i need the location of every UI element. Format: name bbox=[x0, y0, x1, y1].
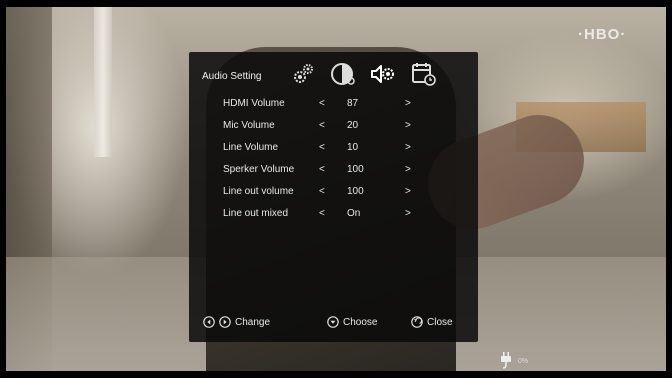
increase-arrow[interactable]: > bbox=[405, 120, 411, 131]
panel-title: Audio Setting bbox=[202, 71, 262, 82]
back-button-icon bbox=[411, 316, 423, 328]
increase-arrow[interactable]: > bbox=[405, 164, 411, 175]
increase-arrow[interactable]: > bbox=[405, 98, 411, 109]
power-plug-icon bbox=[501, 352, 511, 369]
tab-time-settings[interactable] bbox=[409, 60, 437, 88]
gears-icon bbox=[294, 64, 313, 83]
setting-row-line-out-mixed[interactable]: Line out mixed < On > bbox=[189, 204, 478, 224]
tab-display-settings[interactable] bbox=[329, 60, 357, 88]
decrease-arrow[interactable]: < bbox=[319, 98, 325, 109]
setting-row-speaker-volume[interactable]: Sperker Volume < 100 > bbox=[189, 160, 478, 180]
hint-close-label: Close bbox=[427, 316, 453, 328]
setting-label: Line Volume bbox=[223, 142, 279, 153]
setting-label: Mic Volume bbox=[223, 120, 275, 131]
setting-value: On bbox=[347, 208, 361, 219]
calendar-clock-icon bbox=[412, 63, 436, 86]
audio-settings-panel: Audio Setting HDMI Volume < 87 > Mic Vol… bbox=[189, 52, 478, 342]
power-status: 0% bbox=[500, 350, 528, 372]
left-button-icon bbox=[203, 316, 215, 328]
right-button-icon bbox=[219, 316, 231, 328]
speaker-settings-icon bbox=[371, 65, 394, 83]
setting-row-line-out-volume[interactable]: Line out volume < 100 > bbox=[189, 182, 478, 202]
increase-arrow[interactable]: > bbox=[405, 186, 411, 197]
power-percent: 0% bbox=[518, 357, 529, 365]
setting-label: Line out volume bbox=[223, 186, 294, 197]
setting-row-hdmi-volume[interactable]: HDMI Volume < 87 > bbox=[189, 94, 478, 114]
down-button-icon bbox=[327, 316, 339, 328]
setting-label: Line out mixed bbox=[223, 208, 289, 219]
decrease-arrow[interactable]: < bbox=[319, 142, 325, 153]
hint-close[interactable]: Close bbox=[411, 314, 453, 330]
background-radiator bbox=[94, 7, 112, 157]
increase-arrow[interactable]: > bbox=[405, 208, 411, 219]
setting-row-line-volume[interactable]: Line Volume < 10 > bbox=[189, 138, 478, 158]
setting-value: 10 bbox=[347, 142, 359, 153]
display-icon bbox=[331, 63, 355, 85]
decrease-arrow[interactable]: < bbox=[319, 186, 325, 197]
tab-audio-settings[interactable] bbox=[369, 60, 397, 88]
increase-arrow[interactable]: > bbox=[405, 142, 411, 153]
decrease-arrow[interactable]: < bbox=[319, 208, 325, 219]
decrease-arrow[interactable]: < bbox=[319, 120, 325, 131]
tab-system-settings[interactable] bbox=[289, 60, 317, 88]
setting-value: 87 bbox=[347, 98, 359, 109]
setting-value: 20 bbox=[347, 120, 359, 131]
setting-label: Sperker Volume bbox=[223, 164, 295, 175]
setting-value: 100 bbox=[347, 186, 364, 197]
hint-change-label: Change bbox=[235, 316, 271, 328]
hint-choose-label: Choose bbox=[343, 316, 378, 328]
hint-choose[interactable]: Choose bbox=[327, 314, 377, 330]
hint-change[interactable]: Change bbox=[203, 314, 270, 330]
setting-label: HDMI Volume bbox=[223, 98, 285, 109]
decrease-arrow[interactable]: < bbox=[319, 164, 325, 175]
setting-row-mic-volume[interactable]: Mic Volume < 20 > bbox=[189, 116, 478, 136]
setting-value: 100 bbox=[347, 164, 364, 175]
channel-logo: ·HBO· bbox=[578, 26, 627, 43]
